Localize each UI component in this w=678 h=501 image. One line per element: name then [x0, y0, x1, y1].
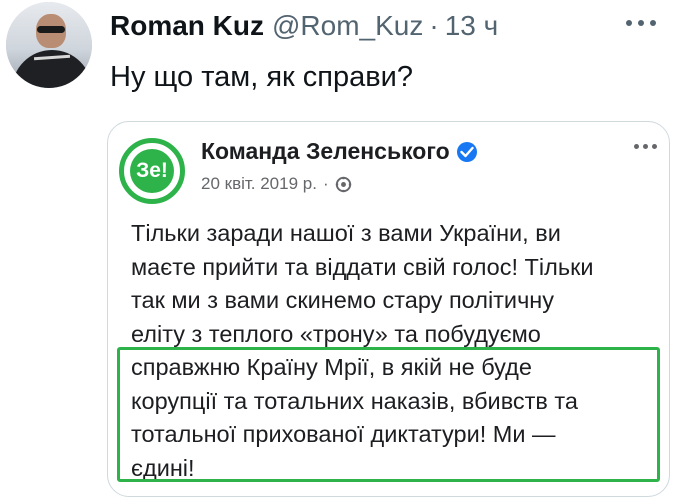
post-body-line: справжню Країну Мрії, в якій не буде	[131, 354, 532, 380]
tweet-header: Roman Kuz @Rom_Kuz · 13 ч	[110, 8, 498, 44]
page-logo-text: Зе!	[130, 149, 174, 193]
globe-icon	[335, 176, 351, 192]
author-name[interactable]: Roman Kuz	[110, 8, 264, 44]
post-body-line: єдині!	[131, 454, 195, 481]
post-body-line: Тільки заради нашої з вами України, ви	[131, 220, 561, 246]
embedded-post-screenshot[interactable]: Зе! Команда Зеленського 20 квіт. 2019 р.…	[107, 121, 670, 497]
tweet-text: Ну що там, як справи?	[110, 61, 413, 93]
post-body-line: еліту з теплого «трону» та побудуємо	[131, 320, 541, 347]
post-body-line: так ми з вами скинемо стару політичну	[131, 287, 555, 313]
header-separator: ·	[429, 10, 439, 41]
post-body: Тільки заради нашої з вами України, ви м…	[131, 217, 661, 485]
avatar-figure-glasses	[37, 26, 65, 33]
tweet-timestamp[interactable]: 13 ч	[445, 8, 499, 44]
post-date: 20 квіт. 2019 р.	[201, 174, 317, 193]
date-separator: ·	[322, 174, 329, 193]
post-page-name: Команда Зеленського	[201, 138, 477, 165]
user-avatar[interactable]	[6, 2, 92, 88]
verified-badge-icon	[456, 141, 477, 162]
post-body-line: маєте прийти та віддати свій голос! Тіль…	[131, 253, 594, 280]
page-name-text: Команда Зеленського	[201, 138, 450, 164]
author-handle[interactable]: @Rom_Kuz	[272, 8, 423, 44]
post-meta: 20 квіт. 2019 р. ·	[201, 174, 352, 194]
page-logo: Зе!	[119, 138, 185, 204]
more-horizontal-icon[interactable]	[626, 20, 656, 26]
post-more-icon[interactable]	[634, 144, 657, 149]
post-body-line: тотальної прихованої диктатури! Ми —	[131, 421, 556, 447]
post-body-line: корупції та тотальних наказів, вбивств т…	[131, 387, 579, 414]
tweet-card: Roman Kuz @Rom_Kuz · 13 ч Ну що там, як …	[0, 0, 678, 501]
